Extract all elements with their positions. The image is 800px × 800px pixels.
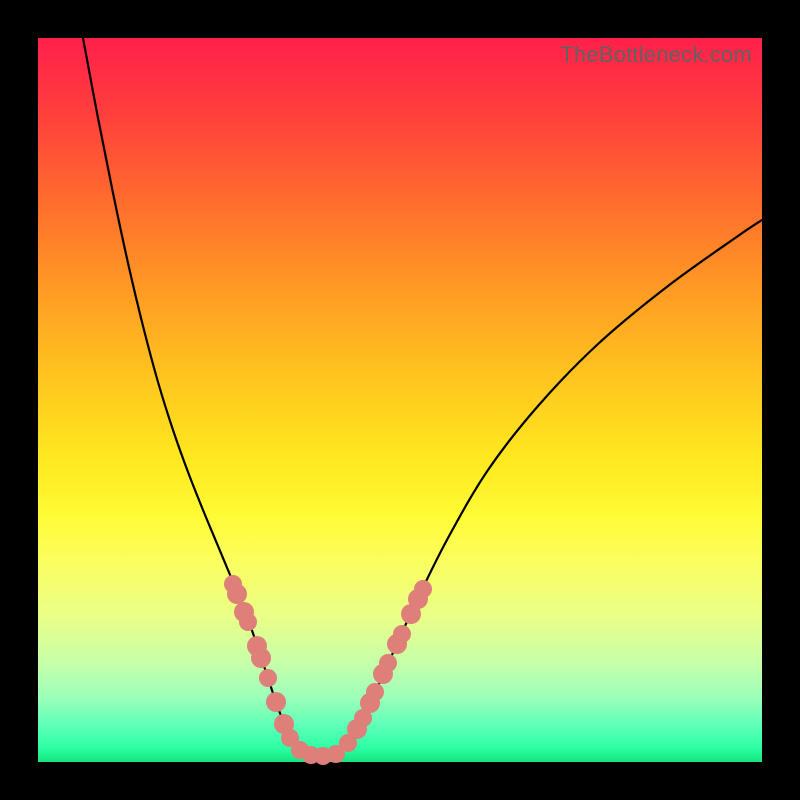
bead-marker	[266, 692, 286, 712]
bead-marker	[239, 613, 257, 631]
bead-marker	[259, 669, 277, 687]
curve-path	[83, 38, 762, 756]
bead-marker	[227, 584, 247, 604]
beads-group	[224, 575, 432, 765]
bead-marker	[251, 648, 271, 668]
chart-frame: TheBottleneck.com	[0, 0, 800, 800]
bead-marker	[414, 580, 432, 598]
bottleneck-curve	[38, 38, 762, 762]
bead-marker	[379, 654, 397, 672]
bead-marker	[393, 625, 411, 643]
bead-marker	[366, 683, 384, 701]
plot-area: TheBottleneck.com	[38, 38, 762, 762]
